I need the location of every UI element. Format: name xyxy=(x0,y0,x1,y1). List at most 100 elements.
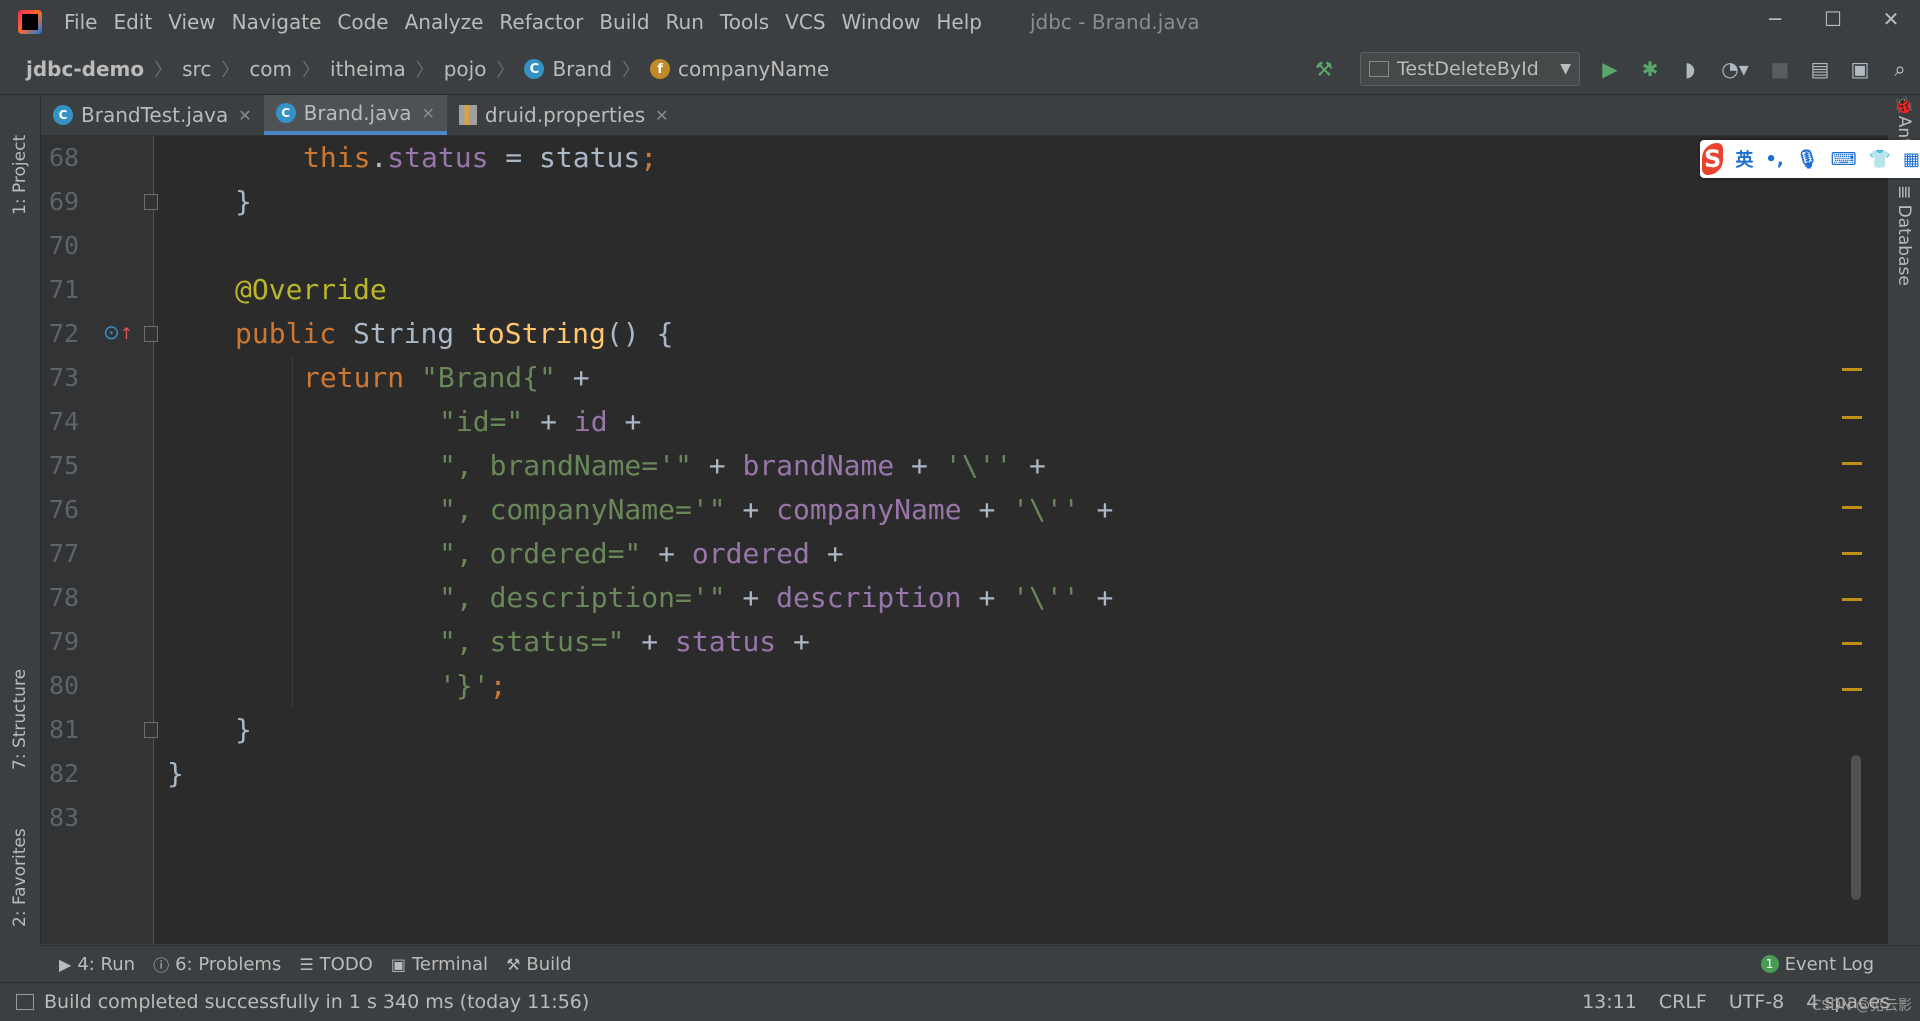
breadcrumb-project[interactable]: jdbc-demo xyxy=(26,57,144,81)
navigation-bar: jdbc-demo 〉 src 〉 com 〉 itheima 〉 pojo 〉… xyxy=(0,44,1920,95)
run-tool-label: 4: Run xyxy=(77,953,136,975)
problems-tool-tab[interactable]: ⓘ 6: Problems xyxy=(153,952,281,976)
favorites-tool-tab[interactable]: 2: Favorites xyxy=(0,807,40,927)
menu-run[interactable]: Run xyxy=(658,0,712,44)
warning-stripe[interactable] xyxy=(1842,688,1862,691)
status-message[interactable]: Build completed successfully in 1 s 340 … xyxy=(44,991,589,1013)
menu-view[interactable]: View xyxy=(160,0,223,44)
microphone-icon[interactable]: 🎙 xyxy=(1796,149,1819,170)
build-tool-tab[interactable]: ⚒ Build xyxy=(506,954,572,975)
warning-stripe[interactable] xyxy=(1842,642,1862,645)
menu-code[interactable]: Code xyxy=(329,0,396,44)
fold-end-icon[interactable] xyxy=(144,194,158,210)
class-icon: C xyxy=(524,59,545,79)
grid-menu-icon[interactable]: ▦ xyxy=(1903,149,1920,170)
layout-icon[interactable]: ▣ xyxy=(1840,49,1880,89)
test-class-icon: C xyxy=(53,105,73,125)
breadcrumb-com[interactable]: com xyxy=(249,57,292,81)
caret-position[interactable]: 13:11 xyxy=(1582,991,1637,1013)
ime-toolbar[interactable]: S 英 •, 🎙 ⌨ 👕 ▦ xyxy=(1700,140,1920,178)
ime-punct-toggle[interactable]: •, xyxy=(1765,149,1783,170)
code-token: '\'' xyxy=(1012,493,1080,526)
tab-brandtest[interactable]: C BrandTest.java ✕ xyxy=(41,95,264,135)
terminal-tool-tab[interactable]: ▣ Terminal xyxy=(391,954,488,975)
menu-edit[interactable]: Edit xyxy=(105,0,160,44)
line-number: 71 xyxy=(49,275,80,304)
minimize-button[interactable]: ─ xyxy=(1746,0,1804,38)
line-number: 74 xyxy=(49,407,80,436)
skin-icon[interactable]: 👕 xyxy=(1869,149,1891,170)
breadcrumb-src[interactable]: src xyxy=(182,57,211,81)
code-token: ordered xyxy=(691,537,810,570)
breadcrumb-pojo[interactable]: pojo xyxy=(444,57,487,81)
line-number: 68 xyxy=(49,143,80,172)
code-token: () { xyxy=(605,317,674,350)
run-configuration-select[interactable]: TestDeleteById ▼ xyxy=(1360,52,1580,86)
menu-analyze[interactable]: Analyze xyxy=(397,0,492,44)
vertical-scrollbar[interactable] xyxy=(1851,755,1861,900)
toggle-tool-windows-icon[interactable] xyxy=(16,994,34,1010)
menu-bar: File Edit View Navigate Code Analyze Ref… xyxy=(0,0,1920,44)
menu-refactor[interactable]: Refactor xyxy=(491,0,591,44)
debug-icon[interactable]: ✱ xyxy=(1630,49,1670,89)
menu-window[interactable]: Window xyxy=(834,0,929,44)
coverage-icon[interactable]: ◗ xyxy=(1670,49,1710,89)
menu-help[interactable]: Help xyxy=(928,0,990,44)
close-icon[interactable]: ✕ xyxy=(421,104,434,123)
chevron-right-icon: 〉 xyxy=(154,60,173,81)
stop-icon[interactable]: ■ xyxy=(1760,49,1800,89)
warning-stripe[interactable] xyxy=(1842,552,1862,555)
config-icon xyxy=(1369,61,1389,77)
code-token: + xyxy=(641,537,692,570)
maximize-button[interactable]: ☐ xyxy=(1804,0,1862,38)
menu-tools[interactable]: Tools xyxy=(712,0,777,44)
fold-start-icon[interactable] xyxy=(144,326,158,342)
search-icon[interactable]: ⌕ xyxy=(1880,49,1920,89)
tab-druid-properties[interactable]: druid.properties ✕ xyxy=(447,95,681,135)
project-structure-icon[interactable]: ▤ xyxy=(1800,49,1840,89)
hammer-icon[interactable]: ⚒ xyxy=(1304,49,1344,89)
field-icon: f xyxy=(650,59,671,79)
keyboard-icon[interactable]: ⌨ xyxy=(1831,149,1857,170)
menu-vcs[interactable]: VCS xyxy=(777,0,833,44)
warning-stripe[interactable] xyxy=(1842,416,1862,419)
ant-tool-tab[interactable]: 🐞Ant xyxy=(1894,95,1914,145)
run-tool-tab[interactable]: ▶ 4: Run xyxy=(59,954,135,975)
breadcrumb-field[interactable]: f companyName xyxy=(650,57,829,81)
structure-tool-tab[interactable]: 7: Structure xyxy=(0,650,40,770)
fold-end-icon[interactable] xyxy=(144,722,158,738)
run-icon[interactable]: ▶ xyxy=(1590,49,1630,89)
warning-stripe[interactable] xyxy=(1842,506,1862,509)
event-log-tab[interactable]: 1 Event Log xyxy=(1760,946,1874,982)
menu-build[interactable]: Build xyxy=(591,0,657,44)
warning-stripe[interactable] xyxy=(1842,368,1862,371)
terminal-icon: ▣ xyxy=(390,954,406,974)
warning-stripe[interactable] xyxy=(1842,462,1862,465)
code-token: + xyxy=(523,405,574,438)
project-tool-tab[interactable]: 1: Project xyxy=(0,105,40,215)
close-icon[interactable]: ✕ xyxy=(655,106,668,125)
intellij-logo-icon xyxy=(18,10,42,34)
status-bar: Build completed successfully in 1 s 340 … xyxy=(0,982,1920,1021)
favorites-tool-label: 2: Favorites xyxy=(10,828,30,927)
todo-tool-tab[interactable]: ☰ TODO xyxy=(299,954,373,975)
line-separator[interactable]: CRLF xyxy=(1659,991,1707,1013)
close-icon[interactable]: ✕ xyxy=(238,106,251,125)
menu-file[interactable]: File xyxy=(56,0,105,44)
tab-brand[interactable]: C Brand.java ✕ xyxy=(263,95,447,135)
warning-stripe[interactable] xyxy=(1842,598,1862,601)
file-encoding[interactable]: UTF-8 xyxy=(1729,991,1784,1013)
breadcrumb-itheima[interactable]: itheima xyxy=(330,57,406,81)
tab-label: druid.properties xyxy=(484,103,646,127)
close-button[interactable]: ✕ xyxy=(1862,0,1920,38)
profile-icon[interactable]: ◔▾ xyxy=(1710,49,1760,89)
menu-navigate[interactable]: Navigate xyxy=(224,0,330,44)
breadcrumb-class[interactable]: C Brand xyxy=(524,57,612,81)
code-editor[interactable]: 68 69 70 71 72 73 74 75 76 77 78 79 80 8… xyxy=(41,136,1888,944)
override-method-icon[interactable]: ⊙↑ xyxy=(103,320,133,344)
database-tool-tab[interactable]: ≣ Database xyxy=(1894,185,1914,286)
ime-mode-toggle[interactable]: 英 xyxy=(1735,146,1753,172)
line-number: 75 xyxy=(49,451,80,480)
run-config-label: TestDeleteById xyxy=(1397,58,1539,80)
tab-label: BrandTest.java xyxy=(81,103,229,127)
